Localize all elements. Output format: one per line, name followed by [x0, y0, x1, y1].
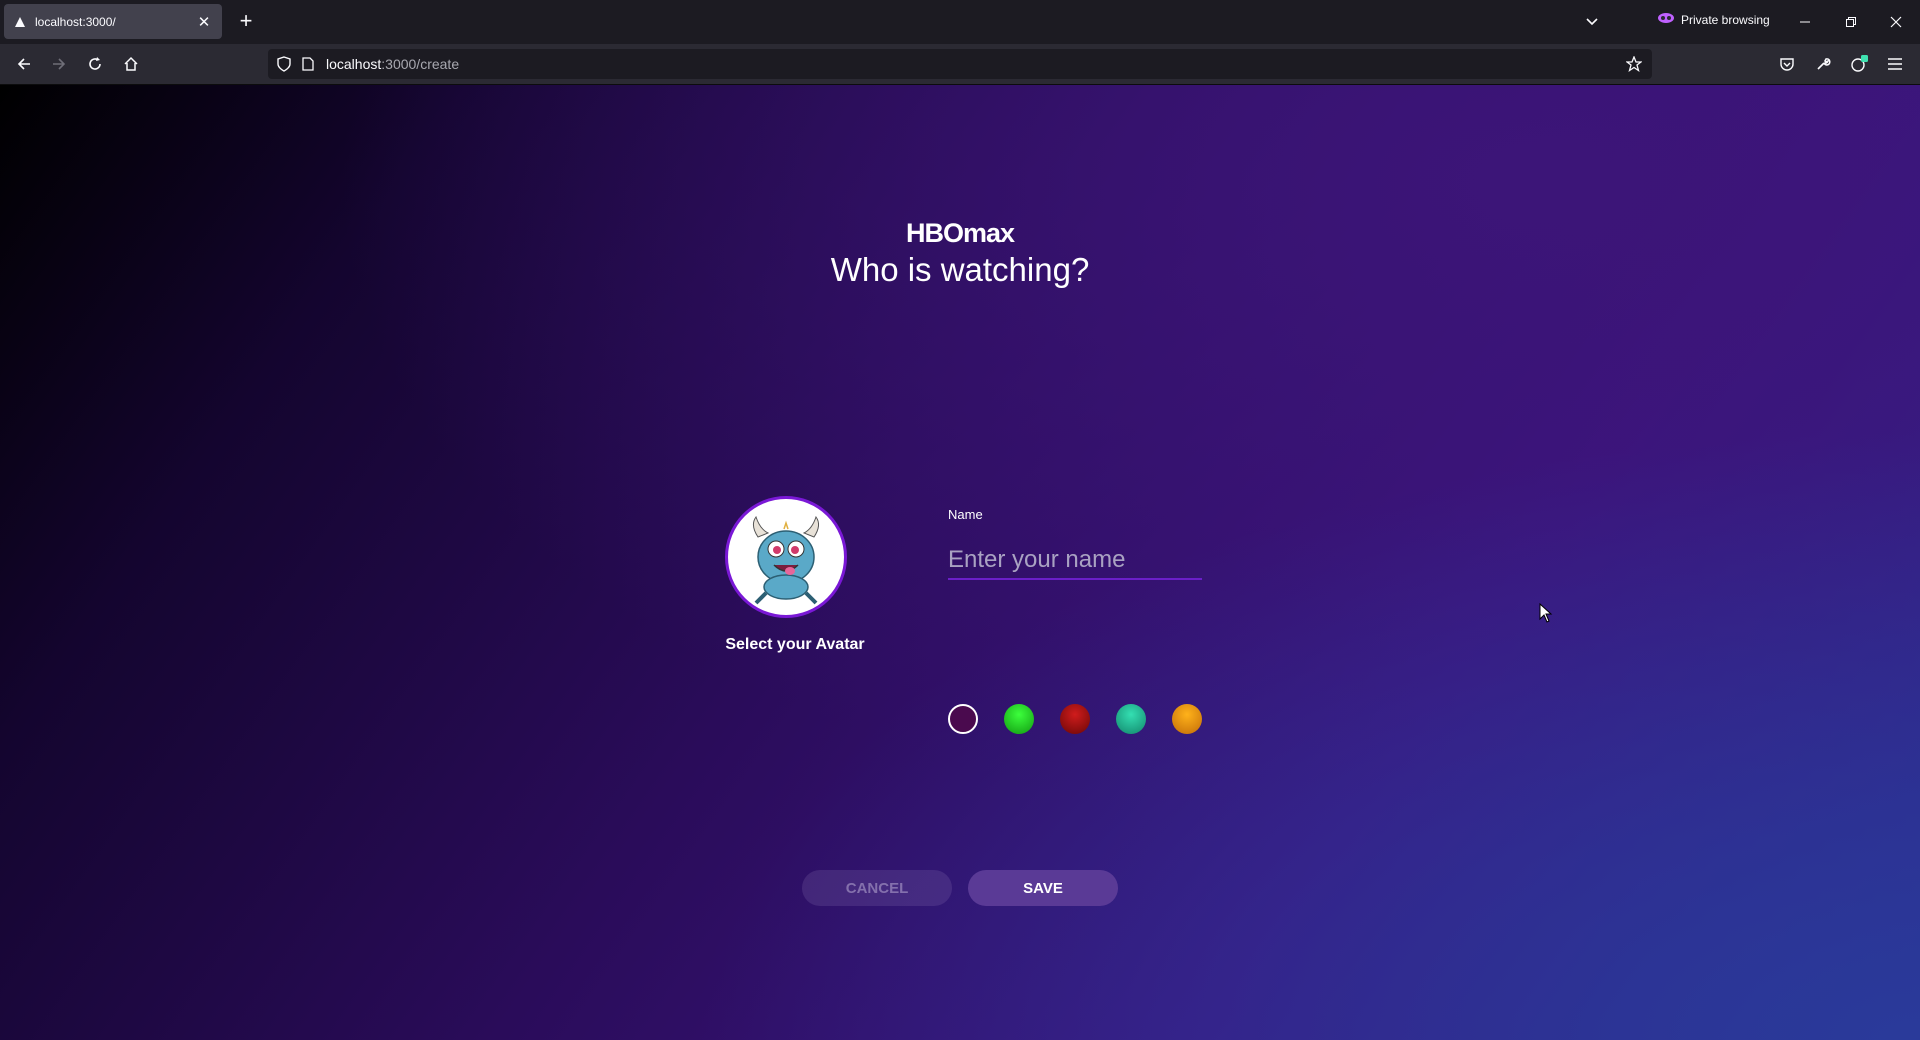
- address-bar[interactable]: localhost:3000/create: [268, 49, 1652, 79]
- mouse-cursor-icon: [1539, 602, 1553, 628]
- wrench-icon[interactable]: [1811, 52, 1835, 76]
- page-content: HBOmax Who is watching? Select your Avat…: [0, 85, 1920, 1040]
- home-icon[interactable]: [119, 52, 143, 76]
- extension-icon[interactable]: [1847, 52, 1871, 76]
- tab-title: localhost:3000/: [35, 14, 116, 29]
- navigation-toolbar: localhost:3000/create: [0, 44, 1920, 85]
- browser-tab[interactable]: localhost:3000/ ✕: [4, 4, 222, 39]
- close-tab-icon[interactable]: ✕: [192, 10, 216, 34]
- url-path: :3000/create: [381, 56, 460, 72]
- color-swatch-red[interactable]: [1060, 704, 1090, 734]
- close-window-icon[interactable]: [1882, 8, 1910, 36]
- chevron-down-icon[interactable]: [1580, 10, 1604, 34]
- new-tab-icon[interactable]: +: [234, 10, 258, 34]
- minimize-icon[interactable]: [1791, 8, 1819, 36]
- shield-icon[interactable]: [274, 54, 294, 74]
- url-host: localhost: [326, 56, 382, 72]
- avatar-caption: Select your Avatar: [725, 636, 865, 653]
- bookmark-star-icon[interactable]: [1624, 54, 1644, 74]
- restore-icon[interactable]: [1837, 8, 1865, 36]
- site-favicon-icon: [14, 16, 26, 28]
- tab-strip: localhost:3000/ ✕ + Private browsing: [0, 0, 1920, 44]
- color-swatch-purple[interactable]: [948, 704, 978, 734]
- page-title: Who is watching?: [830, 251, 1090, 288]
- name-label: Name: [948, 507, 983, 522]
- menu-hamburger-icon[interactable]: [1883, 52, 1907, 76]
- reload-icon[interactable]: [83, 52, 107, 76]
- color-swatch-teal[interactable]: [1116, 704, 1146, 734]
- pocket-icon[interactable]: [1775, 52, 1799, 76]
- color-swatch-green[interactable]: [1004, 704, 1034, 734]
- private-browsing-indicator: Private browsing: [1658, 12, 1770, 27]
- color-swatch-orange[interactable]: [1172, 704, 1202, 734]
- forward-arrow-icon[interactable]: [47, 52, 71, 76]
- hbomax-logo: HBOmax: [905, 218, 1015, 248]
- save-button[interactable]: SAVE: [968, 870, 1118, 906]
- private-mask-icon: [1658, 12, 1674, 27]
- avatar[interactable]: [725, 496, 847, 618]
- name-input[interactable]: [948, 542, 1202, 580]
- private-browsing-label: Private browsing: [1681, 12, 1770, 27]
- url-text[interactable]: localhost:3000/create: [326, 56, 459, 72]
- page-info-icon[interactable]: [298, 54, 318, 74]
- color-picker: [948, 704, 1202, 734]
- back-arrow-icon[interactable]: [12, 52, 36, 76]
- monster-avatar-icon: [752, 515, 820, 605]
- cancel-button[interactable]: CANCEL: [802, 870, 952, 906]
